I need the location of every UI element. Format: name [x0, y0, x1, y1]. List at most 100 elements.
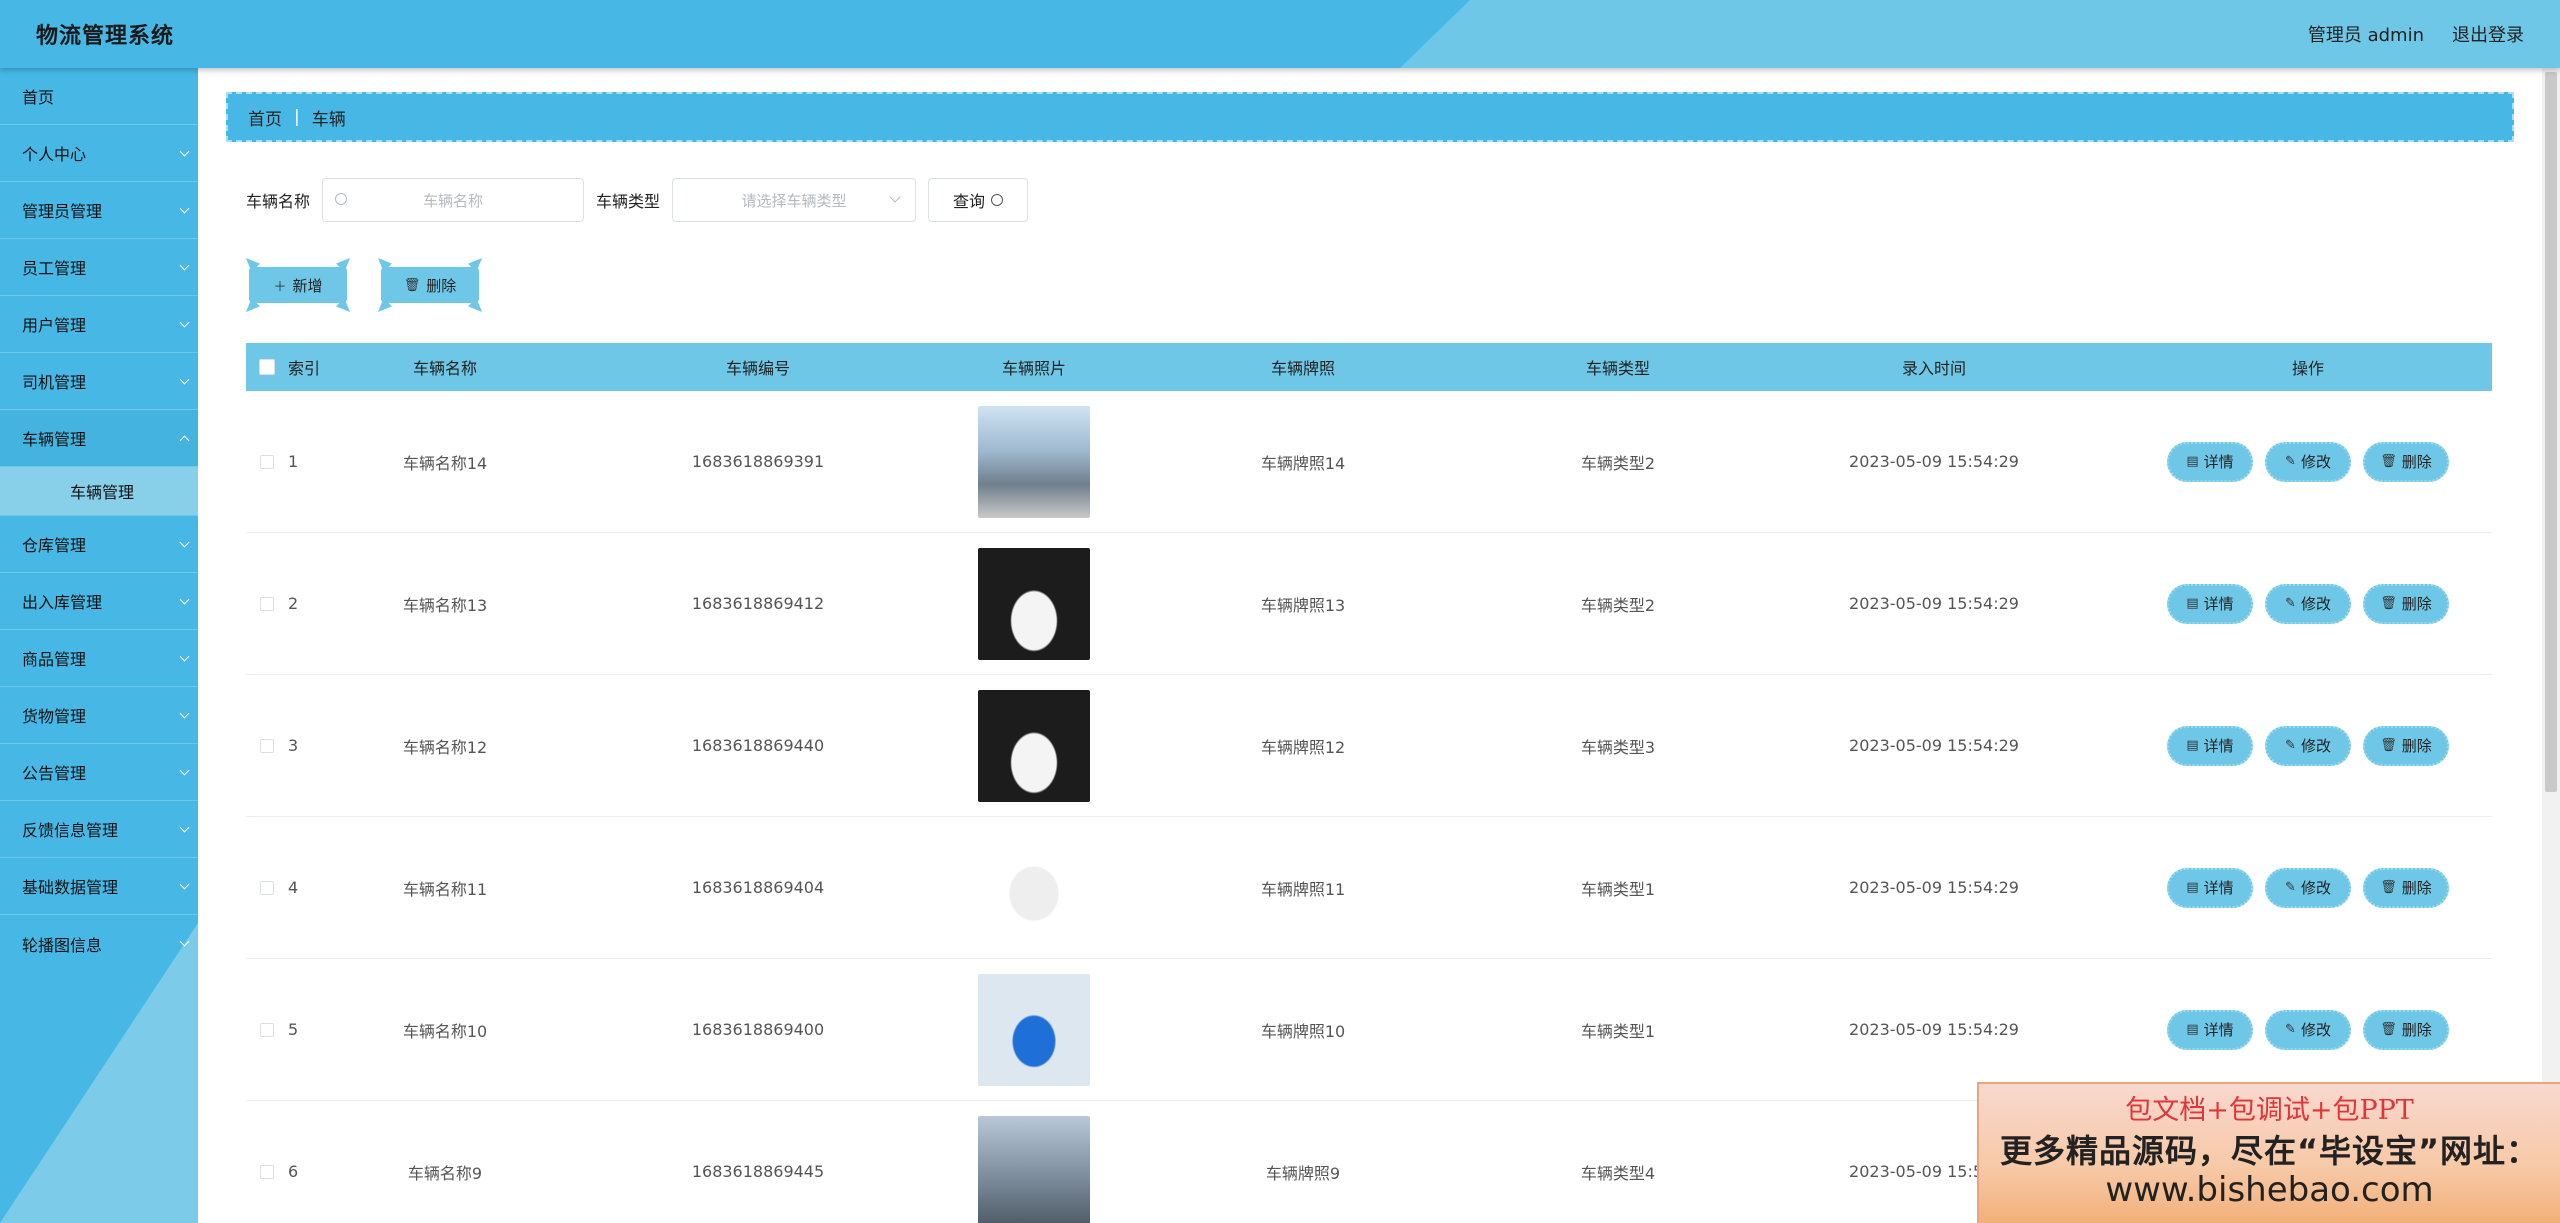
sidebar-item-carousel[interactable]: 轮播图信息 — [0, 915, 198, 972]
select-all-checkbox[interactable] — [259, 359, 275, 375]
sidebar-item-label: 货物管理 — [22, 707, 87, 726]
row-checkbox[interactable] — [260, 1164, 274, 1179]
cell-time: 2023-05-09 15:54:29 — [1849, 878, 2019, 897]
detail-button[interactable]: ▤ 详情 — [2167, 725, 2253, 766]
chevron-down-icon — [179, 708, 190, 718]
header-plate: 车辆牌照 — [1270, 359, 1335, 378]
cell-number: 1683618869404 — [691, 878, 825, 897]
sidebar-item-notices[interactable]: 公告管理 — [0, 744, 198, 801]
cell-time: 2023-05-09 15:54:29 — [1849, 1020, 2019, 1039]
header-photo: 车辆照片 — [1001, 359, 1066, 378]
row-checkbox[interactable] — [260, 454, 274, 469]
delete-button-label: 删除 — [2401, 879, 2432, 897]
sidebar-item-label: 轮播图信息 — [22, 935, 103, 955]
delete-button[interactable]: 🗑 删除 — [2363, 867, 2449, 908]
sidebar-item-users[interactable]: 用户管理 — [0, 296, 198, 353]
delete-button-label: 删除 — [2401, 1021, 2432, 1039]
row-checkbox[interactable] — [260, 738, 274, 753]
edit-button[interactable]: ✎ 修改 — [2265, 441, 2351, 482]
current-user: 管理员 admin — [2307, 25, 2424, 46]
delete-button-label: 删除 — [2401, 453, 2432, 471]
table-row: 3 车辆名称12 1683618869440 车辆牌照12 车辆类型3 2023… — [246, 675, 2492, 817]
delete-button[interactable]: 🗑 删除 — [2363, 1009, 2449, 1050]
document-icon: ▤ — [2186, 454, 2199, 469]
sidebar-menu: 首页 个人中心 管理员管理 员工管理 用户管理 司机管理 车辆管理 车辆管理 仓… — [0, 68, 198, 972]
query-button-label: 查询 — [953, 192, 986, 211]
cell-name: 车辆名称10 — [402, 1021, 488, 1041]
sidebar-item-label: 出入库管理 — [22, 593, 103, 612]
detail-button-label: 详情 — [2203, 737, 2234, 755]
vehicle-photo[interactable] — [978, 1115, 1090, 1223]
chevron-down-icon — [179, 203, 190, 213]
sidebar-item-profile[interactable]: 个人中心 — [0, 125, 198, 182]
cell-ops: ▤ 详情 ✎ 修改 🗑 删除 — [2124, 1009, 2492, 1050]
detail-button-label: 详情 — [2203, 453, 2234, 471]
vertical-scrollbar[interactable] — [2542, 68, 2560, 1223]
table-row: 4 车辆名称11 1683618869404 车辆牌照11 车辆类型1 2023… — [246, 817, 2492, 959]
chevron-up-icon — [179, 435, 190, 445]
cell-ops: ▤ 详情 ✎ 修改 🗑 删除 — [2124, 441, 2492, 482]
bulk-delete-button[interactable]: 🗑 删除 — [378, 258, 482, 312]
sidebar-item-label: 司机管理 — [22, 373, 87, 392]
sidebar-item-warehouses[interactable]: 仓库管理 — [0, 516, 198, 573]
edit-button[interactable]: ✎ 修改 — [2265, 725, 2351, 766]
cell-photo — [954, 547, 1114, 660]
delete-button[interactable]: 🗑 删除 — [2363, 725, 2449, 766]
query-button[interactable]: 查询 — [928, 178, 1029, 222]
bulk-delete-button-body: 🗑 删除 — [381, 267, 479, 303]
sidebar-item-label: 反馈信息管理 — [22, 821, 119, 840]
chevron-down-icon — [179, 936, 190, 947]
sidebar-item-goods[interactable]: 货物管理 — [0, 687, 198, 744]
name-search-input[interactable]: 车辆名称 — [322, 178, 585, 222]
edit-button[interactable]: ✎ 修改 — [2265, 1009, 2351, 1050]
row-select-cell — [246, 1022, 288, 1037]
cell-ops: ▤ 详情 ✎ 修改 🗑 删除 — [2124, 583, 2492, 624]
delete-button[interactable]: 🗑 删除 — [2363, 583, 2449, 624]
breadcrumb-home[interactable]: 首页 — [248, 105, 282, 130]
sidebar-item-employees[interactable]: 员工管理 — [0, 239, 198, 296]
row-checkbox[interactable] — [260, 596, 274, 611]
scrollbar-thumb[interactable] — [2545, 72, 2557, 792]
detail-button[interactable]: ▤ 详情 — [2167, 1009, 2253, 1050]
edit-button-label: 修改 — [2300, 737, 2331, 755]
sidebar-item-basedata[interactable]: 基础数据管理 — [0, 858, 198, 915]
vehicle-photo[interactable] — [978, 405, 1090, 518]
vehicle-photo[interactable] — [978, 831, 1090, 944]
logout-link[interactable]: 退出登录 — [2452, 21, 2524, 47]
delete-button[interactable]: 🗑 删除 — [2363, 441, 2449, 482]
cell-plate: 车辆牌照13 — [1260, 595, 1346, 615]
edit-button[interactable]: ✎ 修改 — [2265, 867, 2351, 908]
chevron-down-icon — [179, 594, 190, 604]
cell-type: 车辆类型1 — [1580, 1021, 1656, 1041]
cell-index: 2 — [288, 594, 299, 613]
breadcrumb: 首页 | 车辆 — [226, 92, 2514, 142]
row-checkbox[interactable] — [260, 880, 274, 895]
sidebar-item-vehicles[interactable]: 车辆管理 — [0, 410, 198, 467]
edit-button[interactable]: ✎ 修改 — [2265, 583, 2351, 624]
sidebar-subitem-vehicles[interactable]: 车辆管理 — [0, 467, 198, 516]
search-bar: 车辆名称 车辆名称 车辆类型 请选择车辆类型 查询 — [246, 178, 1029, 222]
chevron-down-icon — [179, 822, 190, 832]
detail-button[interactable]: ▤ 详情 — [2167, 583, 2253, 624]
sidebar-item-drivers[interactable]: 司机管理 — [0, 353, 198, 410]
vehicle-photo[interactable] — [978, 973, 1090, 1086]
cell-photo — [954, 831, 1114, 944]
sidebar-item-inout[interactable]: 出入库管理 — [0, 573, 198, 630]
search-icon — [991, 194, 1004, 206]
sidebar-item-home[interactable]: 首页 — [0, 68, 198, 125]
sidebar-item-feedback[interactable]: 反馈信息管理 — [0, 801, 198, 858]
row-select-cell — [246, 596, 288, 611]
add-button[interactable]: ＋ 新增 — [246, 258, 350, 312]
cell-photo — [954, 973, 1114, 1086]
vehicle-photo[interactable] — [978, 547, 1090, 660]
cell-photo — [954, 1115, 1114, 1223]
breadcrumb-separator: | — [294, 107, 300, 127]
type-select[interactable]: 请选择车辆类型 — [672, 178, 917, 222]
detail-button[interactable]: ▤ 详情 — [2167, 867, 2253, 908]
vehicle-photo[interactable] — [978, 689, 1090, 802]
sidebar-item-products[interactable]: 商品管理 — [0, 630, 198, 687]
sidebar-item-admins[interactable]: 管理员管理 — [0, 182, 198, 239]
detail-button[interactable]: ▤ 详情 — [2167, 441, 2253, 482]
row-checkbox[interactable] — [260, 1022, 274, 1037]
table-row: 1 车辆名称14 1683618869391 车辆牌照14 车辆类型2 2023… — [246, 391, 2492, 533]
